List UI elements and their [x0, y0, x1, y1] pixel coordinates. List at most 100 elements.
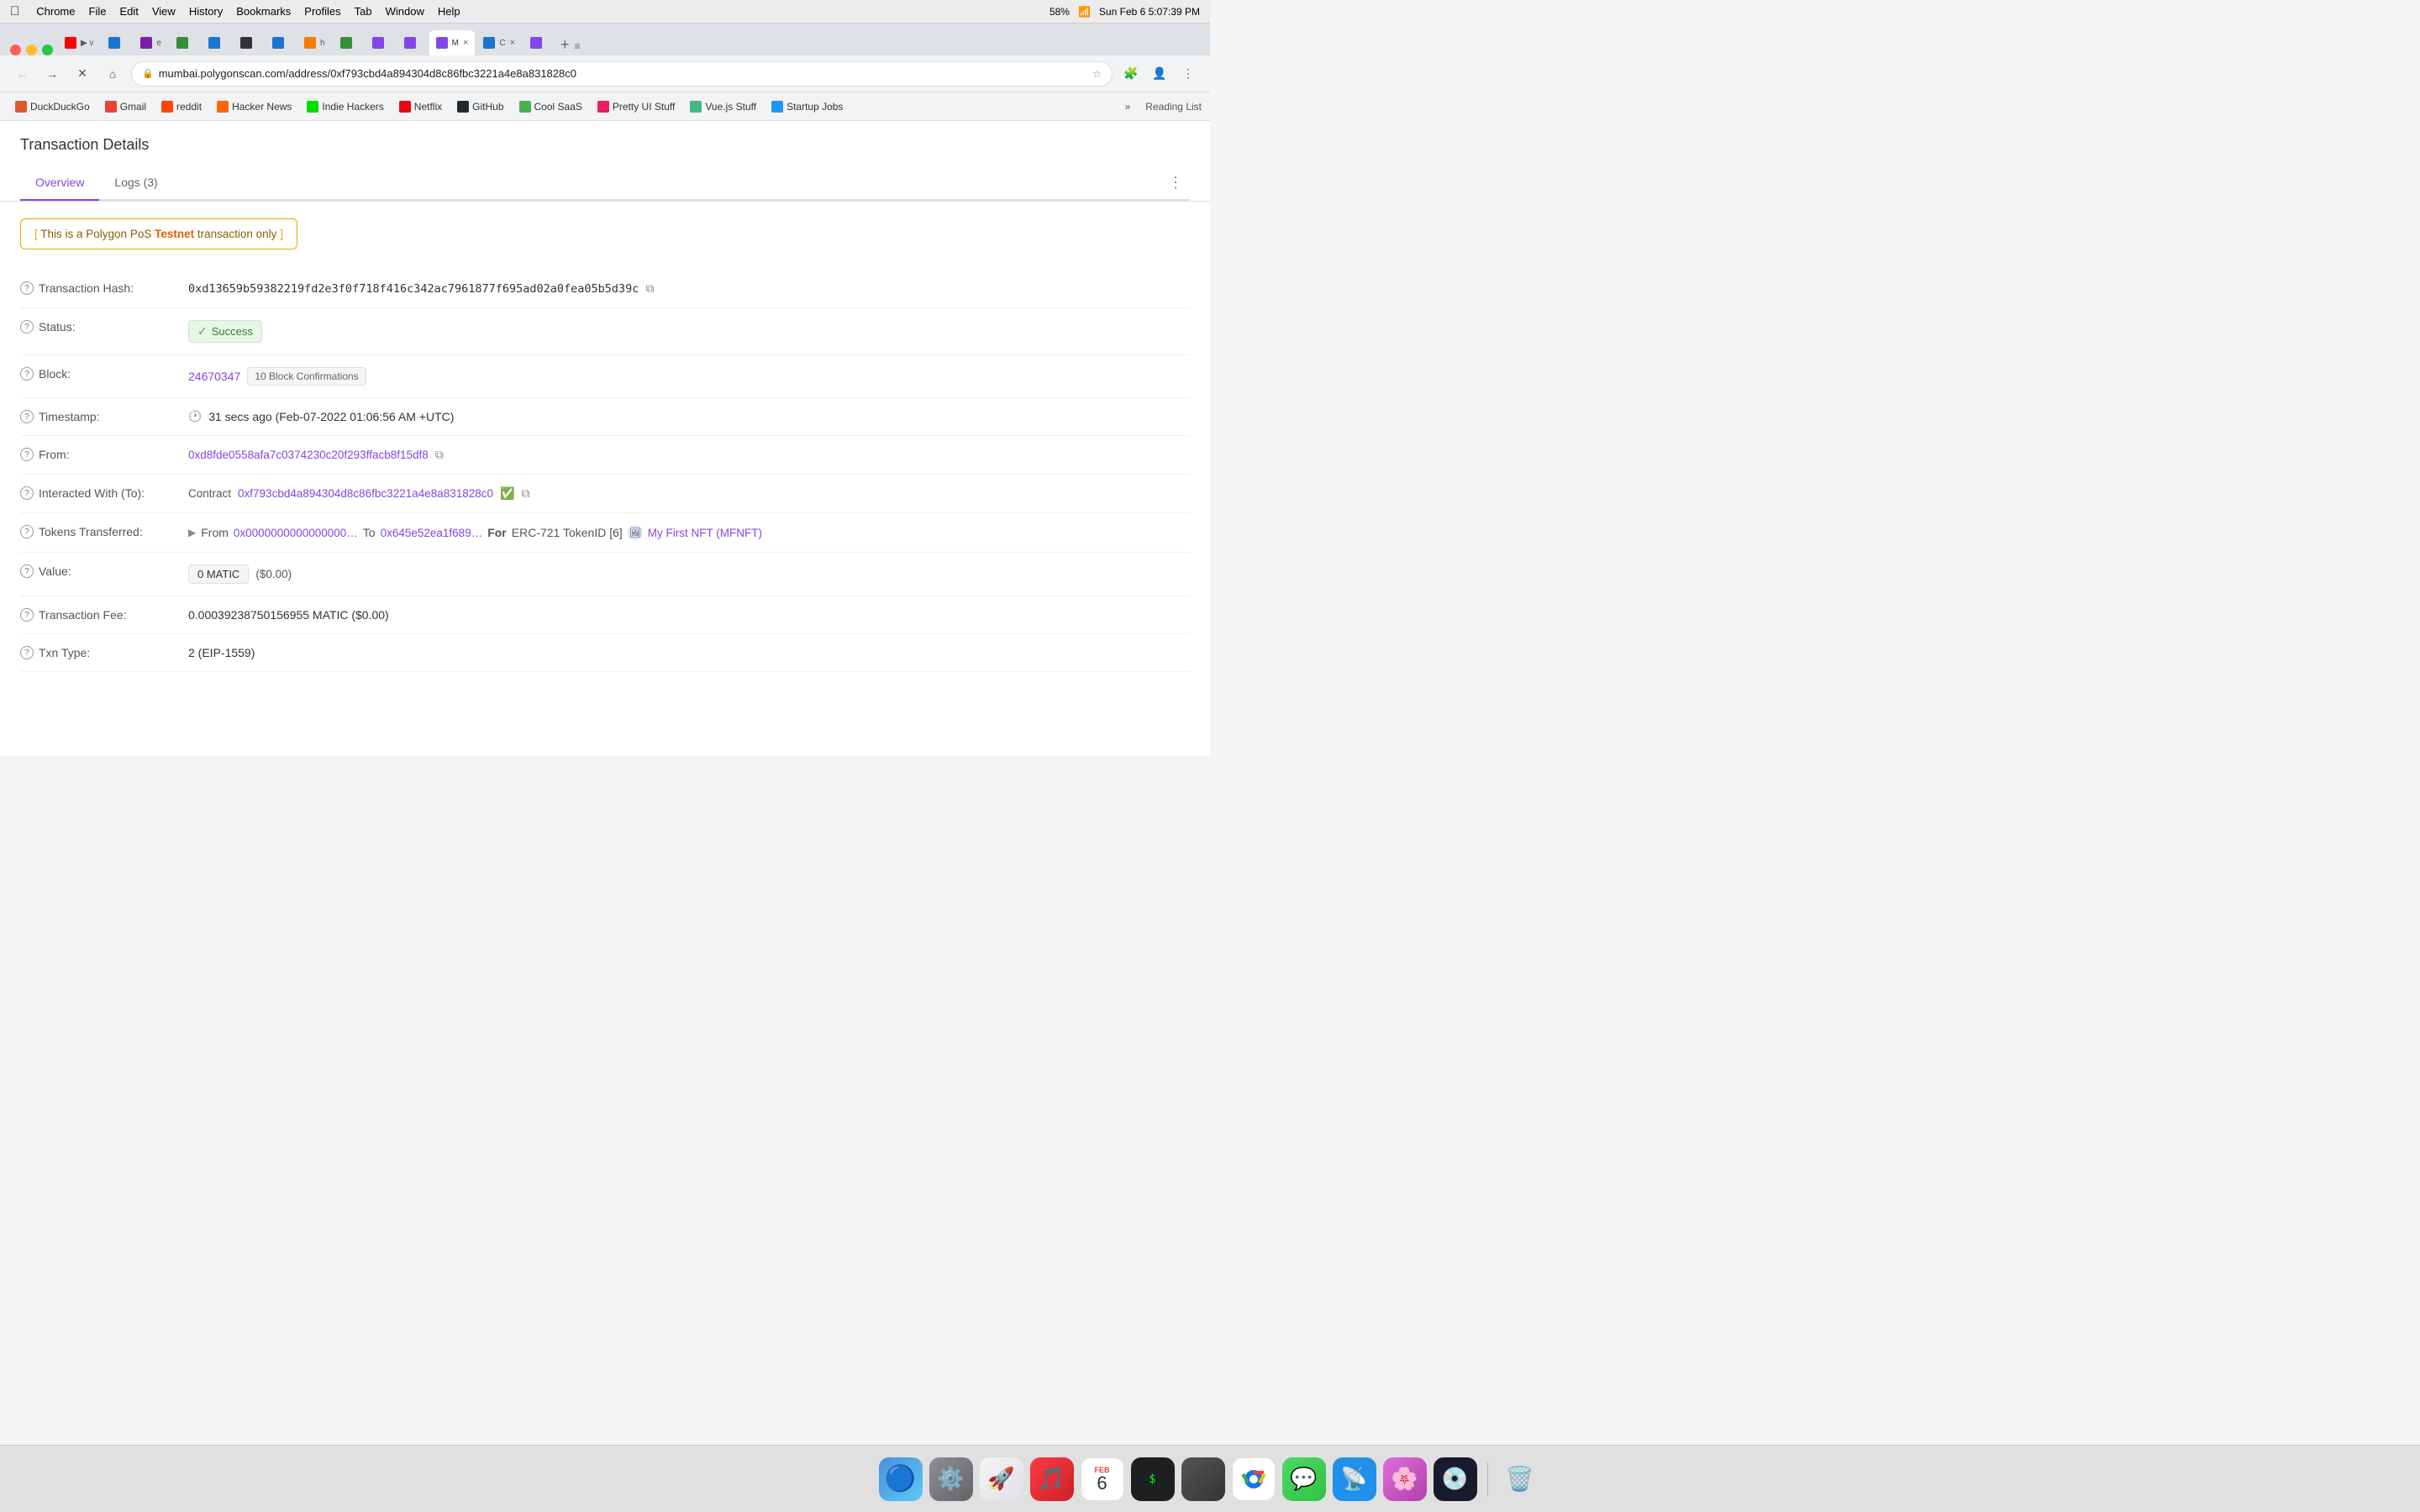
block-number-link[interactable]: 24670347: [188, 370, 240, 383]
menu-button[interactable]: ⋮: [1176, 62, 1200, 86]
tab-f[interactable]: [102, 30, 132, 55]
bookmark-prettyui[interactable]: Pretty UI Stuff: [591, 98, 681, 115]
bookmark-github[interactable]: GitHub: [450, 98, 510, 115]
copy-from-button[interactable]: ⧉: [435, 448, 444, 462]
menu-history[interactable]: History: [189, 5, 223, 18]
tab-poly1[interactable]: [366, 30, 396, 55]
bookmark-netflix[interactable]: Netflix: [392, 98, 449, 115]
copy-to-button[interactable]: ⧉: [522, 486, 530, 501]
dock-sublime[interactable]: [1181, 1457, 1225, 1501]
tab-active-poly[interactable]: M ×: [429, 30, 476, 55]
bookmark-label-netflix: Netflix: [414, 101, 442, 113]
value-fee: 0.00039238750156955 MATIC ($0.00): [188, 608, 1190, 622]
tab-v[interactable]: [334, 30, 364, 55]
tab-overview[interactable]: Overview: [20, 165, 99, 201]
bookmark-vuejs[interactable]: Vue.js Stuff: [683, 98, 763, 115]
dock-settings[interactable]: ⚙️: [929, 1457, 973, 1501]
menu-profiles[interactable]: Profiles: [304, 5, 340, 18]
tab-more-button[interactable]: ⋮: [1168, 175, 1183, 190]
dock-music[interactable]: 🎵: [1030, 1457, 1074, 1501]
help-icon-txhash[interactable]: ?: [20, 281, 34, 295]
dock-vinyls[interactable]: 💿: [1434, 1457, 1477, 1501]
bookmark-hackernews[interactable]: Hacker News: [210, 98, 298, 115]
dock-messages[interactable]: 💬: [1282, 1457, 1326, 1501]
close-window-button[interactable]: [10, 45, 21, 55]
copy-txhash-button[interactable]: ⧉: [645, 281, 654, 296]
from-address-link[interactable]: 0xd8fde0558afa7c0374230c20f293ffacb8f15d…: [188, 449, 429, 461]
nft-name-link[interactable]: My First NFT (MFNFT): [648, 527, 762, 539]
tab-poly3[interactable]: [523, 30, 554, 55]
help-icon-value[interactable]: ?: [20, 564, 34, 578]
bookmark-gmail[interactable]: Gmail: [98, 98, 153, 115]
help-icon-txntype[interactable]: ?: [20, 646, 34, 659]
bookmark-coolsaas[interactable]: Cool SaaS: [513, 98, 589, 115]
vinyls-icon: 💿: [1441, 1466, 1468, 1492]
extensions-button[interactable]: 🧩: [1119, 62, 1143, 86]
tab-h[interactable]: h: [297, 30, 332, 55]
menu-bookmarks[interactable]: Bookmarks: [236, 5, 291, 18]
minimize-window-button[interactable]: [26, 45, 37, 55]
tab-e2[interactable]: [170, 30, 200, 55]
menu-tab[interactable]: Tab: [355, 5, 372, 18]
forward-button[interactable]: →: [40, 62, 64, 86]
page-content: Transaction Details Overview Logs (3) ⋮ …: [0, 121, 1210, 756]
help-icon-from[interactable]: ?: [20, 448, 34, 461]
tokens-from-addr[interactable]: 0x0000000000000000…: [234, 527, 358, 539]
label-text-txhash: Transaction Hash:: [39, 281, 134, 295]
tab-list-button[interactable]: ≡: [575, 40, 581, 55]
back-button[interactable]: ←: [10, 62, 34, 86]
tab-w2[interactable]: [234, 30, 264, 55]
tokens-to-addr[interactable]: 0x645e52ea1f689…: [381, 527, 483, 539]
value-block: 24670347 10 Block Confirmations: [188, 367, 1190, 386]
fullscreen-window-button[interactable]: [42, 45, 53, 55]
help-icon-timestamp[interactable]: ?: [20, 410, 34, 423]
help-icon-status[interactable]: ?: [20, 320, 34, 333]
reload-button[interactable]: ✕: [71, 62, 94, 86]
home-button[interactable]: ⌂: [101, 62, 124, 86]
tab-logs[interactable]: Logs (3): [99, 165, 172, 201]
tab-c[interactable]: C ×: [476, 30, 522, 55]
label-text-to: Interacted With (To):: [39, 486, 145, 500]
help-icon-tokens[interactable]: ?: [20, 525, 34, 538]
tab-close-active[interactable]: ×: [463, 38, 468, 48]
menu-view[interactable]: View: [152, 5, 176, 18]
menu-file[interactable]: File: [89, 5, 107, 18]
profile-button[interactable]: 👤: [1148, 62, 1171, 86]
reading-list-button[interactable]: Reading List: [1145, 101, 1202, 113]
tab-close-c[interactable]: ×: [510, 38, 515, 48]
bookmark-star-icon[interactable]: ☆: [1092, 68, 1102, 80]
dock-trash[interactable]: 🗑️: [1498, 1457, 1542, 1501]
menu-edit[interactable]: Edit: [119, 5, 138, 18]
address-bar[interactable]: 🔒 mumbai.polygonscan.com/address/0xf793c…: [131, 61, 1113, 87]
new-tab-button[interactable]: +: [560, 37, 570, 55]
bookmark-duckduckgo[interactable]: DuckDuckGo: [8, 98, 97, 115]
bookmarks-more-button[interactable]: »: [1118, 98, 1138, 115]
tab-e1[interactable]: e: [134, 30, 168, 55]
dock-launchpad[interactable]: 🚀: [980, 1457, 1023, 1501]
dock-pieris[interactable]: 🌸: [1383, 1457, 1427, 1501]
tab-poly2[interactable]: [397, 30, 428, 55]
nft-icon: 🖼: [628, 525, 643, 540]
menu-window[interactable]: Window: [386, 5, 424, 18]
dock-terminal[interactable]: $: [1131, 1457, 1175, 1501]
dock-signal[interactable]: 📡: [1333, 1457, 1376, 1501]
help-icon-to[interactable]: ?: [20, 486, 34, 500]
tab-w3[interactable]: [266, 30, 296, 55]
to-address-link[interactable]: 0xf793cbd4a894304d8c86fbc3221a4e8a831828…: [238, 487, 493, 500]
menu-chrome[interactable]: Chrome: [36, 5, 75, 18]
help-icon-fee[interactable]: ?: [20, 608, 34, 622]
bookmark-indiehackers[interactable]: Indie Hackers: [300, 98, 390, 115]
tab-w1[interactable]: [202, 30, 232, 55]
bookmark-reddit[interactable]: reddit: [155, 98, 208, 115]
apple-menu[interactable]: : [10, 4, 19, 18]
dock-calendar[interactable]: FEB 6: [1081, 1457, 1124, 1501]
menu-help[interactable]: Help: [438, 5, 460, 18]
page-title: Transaction Details: [20, 136, 1190, 165]
dock-chrome[interactable]: [1232, 1457, 1276, 1501]
bookmark-favicon-prettyui: [597, 101, 609, 113]
bookmark-startupjobs[interactable]: Startup Jobs: [765, 98, 850, 115]
help-icon-block[interactable]: ?: [20, 367, 34, 381]
dock-finder[interactable]: 🔵: [879, 1457, 923, 1501]
tab-yt[interactable]: ▶ v: [58, 30, 100, 55]
bookmark-favicon-vuejs: [690, 101, 702, 113]
